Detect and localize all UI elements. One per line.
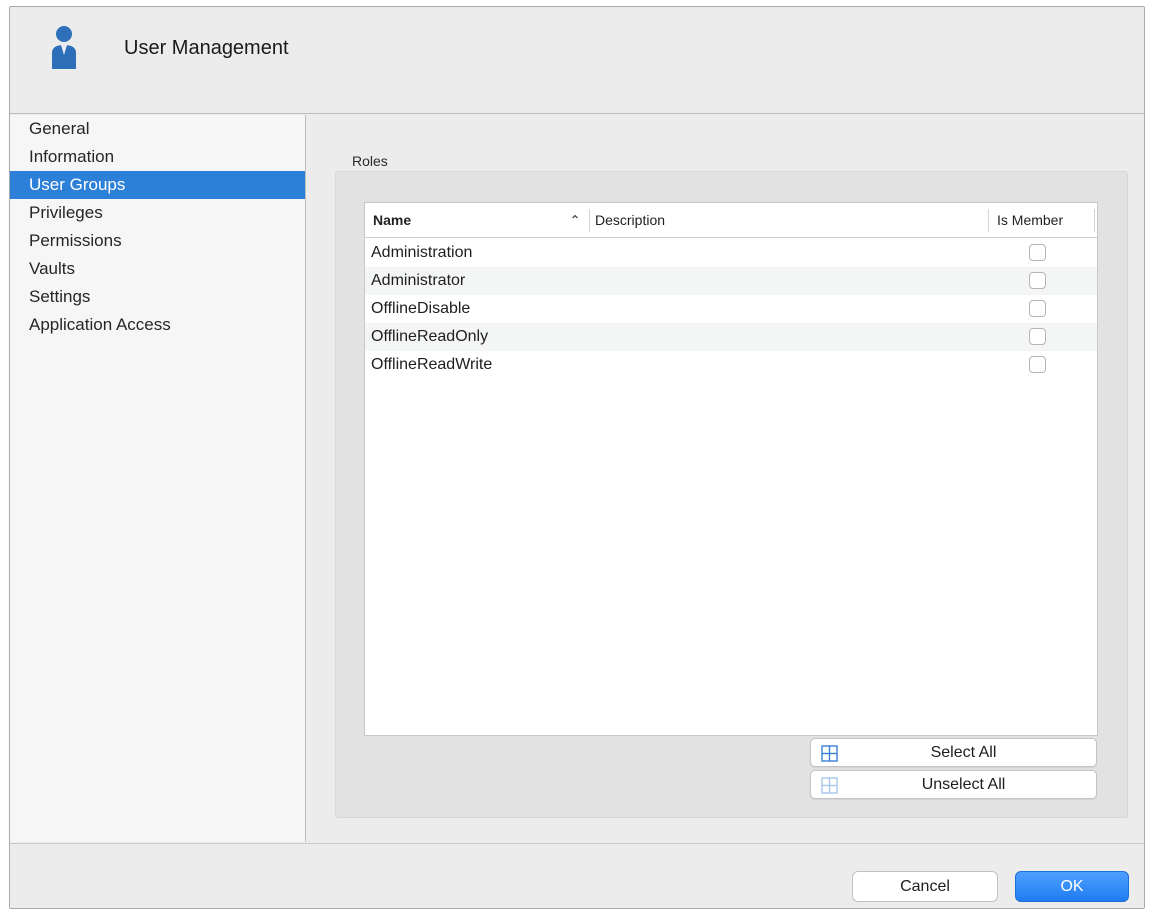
window-title: User Management: [124, 37, 289, 59]
sidebar-item-general[interactable]: General: [10, 115, 305, 143]
user-icon: [52, 26, 76, 69]
role-name: OfflineDisable: [371, 300, 471, 317]
is-member-checkbox[interactable]: [1029, 244, 1046, 261]
column-header-description[interactable]: Description: [595, 203, 665, 238]
user-management-window: User Management General Information User…: [9, 6, 1145, 909]
sidebar-item-settings[interactable]: Settings: [10, 283, 305, 311]
roles-group-label: Roles: [352, 153, 388, 169]
sidebar-item-user-groups[interactable]: User Groups: [10, 171, 305, 199]
table-body: Administration Administrator OfflineDisa…: [365, 239, 1097, 379]
select-all-button[interactable]: Select All: [810, 738, 1097, 767]
window-header: User Management: [10, 7, 1144, 114]
role-name: OfflineReadOnly: [371, 328, 489, 345]
content-panel: Roles Name ⌃ Description Is Member Admin…: [307, 115, 1144, 842]
column-header-is-member[interactable]: Is Member: [997, 203, 1063, 238]
table-row[interactable]: OfflineDisable: [365, 295, 1097, 323]
dialog-footer: Cancel OK: [10, 843, 1144, 908]
sidebar-item-vaults[interactable]: Vaults: [10, 255, 305, 283]
table-row[interactable]: Administration: [365, 239, 1097, 267]
roles-table[interactable]: Name ⌃ Description Is Member Administrat…: [364, 202, 1098, 736]
column-divider[interactable]: [589, 209, 590, 232]
is-member-checkbox[interactable]: [1029, 328, 1046, 345]
role-name: OfflineReadWrite: [371, 356, 493, 373]
column-divider[interactable]: [1094, 209, 1095, 232]
is-member-checkbox[interactable]: [1029, 356, 1046, 373]
cancel-button[interactable]: Cancel: [852, 871, 998, 902]
table-row[interactable]: OfflineReadOnly: [365, 323, 1097, 351]
unselect-all-button[interactable]: Unselect All: [810, 770, 1097, 799]
is-member-checkbox[interactable]: [1029, 300, 1046, 317]
sidebar-item-information[interactable]: Information: [10, 143, 305, 171]
table-row[interactable]: Administrator: [365, 267, 1097, 295]
ok-button[interactable]: OK: [1015, 871, 1129, 902]
unselect-all-label: Unselect All: [921, 776, 1006, 793]
is-member-checkbox[interactable]: [1029, 272, 1046, 289]
sidebar: General Information User Groups Privileg…: [10, 115, 306, 842]
table-header: Name ⌃ Description Is Member: [365, 203, 1097, 238]
sidebar-item-privileges[interactable]: Privileges: [10, 199, 305, 227]
sort-ascending-icon[interactable]: ⌃: [570, 203, 580, 238]
role-name: Administration: [371, 244, 473, 261]
sidebar-item-application-access[interactable]: Application Access: [10, 311, 305, 339]
table-row[interactable]: OfflineReadWrite: [365, 351, 1097, 379]
select-all-label: Select All: [930, 744, 997, 761]
sidebar-item-permissions[interactable]: Permissions: [10, 227, 305, 255]
role-name: Administrator: [371, 272, 466, 289]
roles-group-box: Name ⌃ Description Is Member Administrat…: [335, 171, 1128, 818]
column-header-name[interactable]: Name: [373, 203, 411, 238]
column-divider[interactable]: [988, 209, 989, 232]
